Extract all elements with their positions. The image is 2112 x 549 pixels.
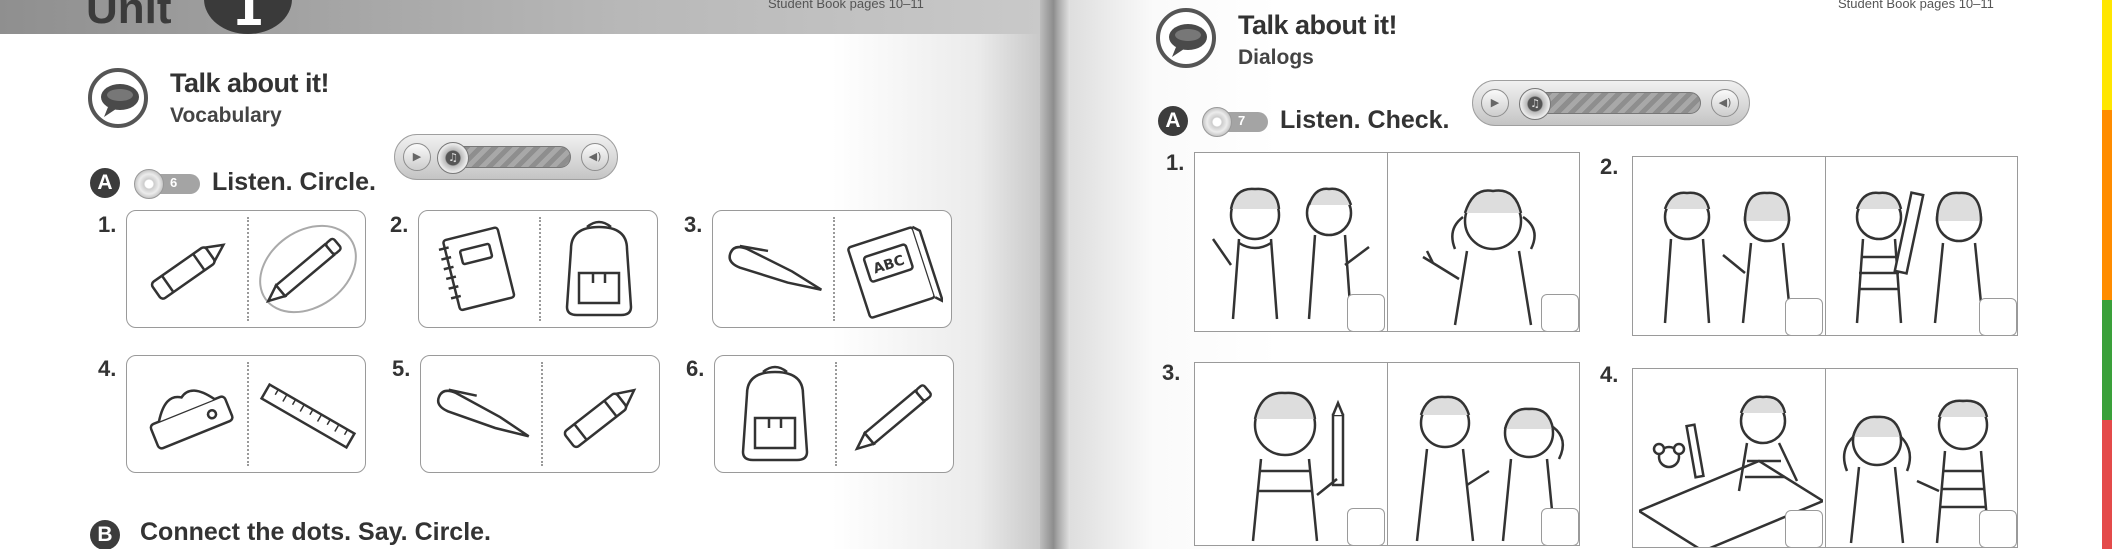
check-box[interactable] <box>1979 510 2017 548</box>
play-button[interactable]: ▶ <box>1481 89 1509 117</box>
crayon-icon[interactable] <box>551 374 651 458</box>
right-page: Student Book pages 10–11 Talk about it! … <box>1070 0 2112 549</box>
cd-track-badge: 7 <box>1202 107 1268 137</box>
section-subtitle: Dialogs <box>1238 46 1314 69</box>
speech-bubble-icon <box>1156 8 1216 68</box>
workbook-spread: Unit 1 Student Book pages 10–11 Talk abo… <box>0 0 2112 549</box>
item-number: 3. <box>1162 360 1181 385</box>
section-title: Talk about it! <box>170 68 330 98</box>
ruler-icon[interactable] <box>255 380 361 452</box>
vocab-item-2 <box>418 210 658 328</box>
item-number: 4. <box>1600 362 1619 387</box>
item-number: 3. <box>684 212 703 237</box>
item-number: 2. <box>1600 154 1619 179</box>
activity-b-instruction: Connect the dots. Say. Circle. <box>140 518 492 546</box>
pen-icon[interactable] <box>429 384 537 448</box>
activity-a-badge: A <box>90 168 120 198</box>
section-subtitle: Vocabulary <box>170 104 282 127</box>
left-page: Unit 1 Student Book pages 10–11 Talk abo… <box>0 0 1040 549</box>
activity-a-instruction: Listen. Check. <box>1280 106 1450 134</box>
progress-knob[interactable]: ♫ <box>1519 88 1551 120</box>
dialog-item-4 <box>1632 368 2018 548</box>
activity-a-instruction: Listen. Circle. <box>212 168 376 196</box>
check-box[interactable] <box>1541 294 1579 332</box>
book-gutter <box>1040 0 1070 549</box>
check-box[interactable] <box>1785 510 1823 548</box>
section-title: Talk about it! <box>1238 10 1398 40</box>
vocab-item-6 <box>714 355 954 473</box>
cd-icon <box>1202 107 1232 137</box>
check-box[interactable] <box>1347 294 1385 332</box>
volume-button[interactable]: ◀) <box>1711 89 1739 117</box>
notebook-icon[interactable] <box>433 223 523 317</box>
student-book-pages: Student Book pages 10–11 <box>768 0 924 11</box>
speech-bubble-icon <box>88 68 148 128</box>
pencil-icon[interactable] <box>843 372 949 460</box>
cd-track-number: 6 <box>170 175 178 190</box>
vocab-item-5 <box>420 355 660 473</box>
cd-track-number: 7 <box>1238 113 1246 128</box>
item-number: 5. <box>392 356 411 381</box>
dialog-item-1 <box>1194 152 1580 332</box>
check-box[interactable] <box>1347 508 1385 546</box>
cd-track-badge: 6 <box>134 169 200 199</box>
activity-b-badge: B <box>90 520 120 549</box>
book-icon[interactable]: ABC <box>843 223 943 319</box>
audio-player[interactable]: ▶ ♫ ◀) <box>1472 80 1750 126</box>
pencil-icon[interactable] <box>253 221 363 317</box>
item-number: 4. <box>98 356 117 381</box>
dialog-item-2 <box>1632 156 2018 336</box>
vocab-item-3: ABC <box>712 210 952 328</box>
vocab-item-1 <box>126 210 366 328</box>
item-number: 1. <box>1166 150 1185 175</box>
activity-a-badge: A <box>1158 106 1188 136</box>
audio-player[interactable]: ▶ ♫ ◀) <box>394 134 618 180</box>
item-number: 1. <box>98 212 117 237</box>
check-box[interactable] <box>1785 298 1823 336</box>
item-number: 6. <box>686 356 705 381</box>
check-box[interactable] <box>1541 508 1579 546</box>
dialog-item-3 <box>1194 362 1580 546</box>
vocab-item-4 <box>126 355 366 473</box>
progress-knob[interactable]: ♫ <box>437 142 469 174</box>
cd-icon <box>134 169 164 199</box>
edge-tab-right-2 <box>2102 110 2112 300</box>
crayon-icon[interactable] <box>139 229 239 309</box>
pen-icon[interactable] <box>721 241 829 301</box>
unit-label: Unit <box>86 0 172 33</box>
edge-tab-right-4 <box>2102 420 2112 549</box>
student-book-pages: Student Book pages 10–11 <box>1838 0 1994 11</box>
backpack-icon[interactable] <box>551 219 647 321</box>
edge-tab-right-1 <box>2102 0 2112 110</box>
play-button[interactable]: ▶ <box>403 143 431 171</box>
item-number: 2. <box>390 212 409 237</box>
edge-tab-right-3 <box>2102 300 2112 420</box>
backpack-icon[interactable] <box>727 364 823 466</box>
check-box[interactable] <box>1979 298 2017 336</box>
volume-button[interactable]: ◀) <box>581 143 609 171</box>
eraser-icon[interactable] <box>139 376 239 456</box>
